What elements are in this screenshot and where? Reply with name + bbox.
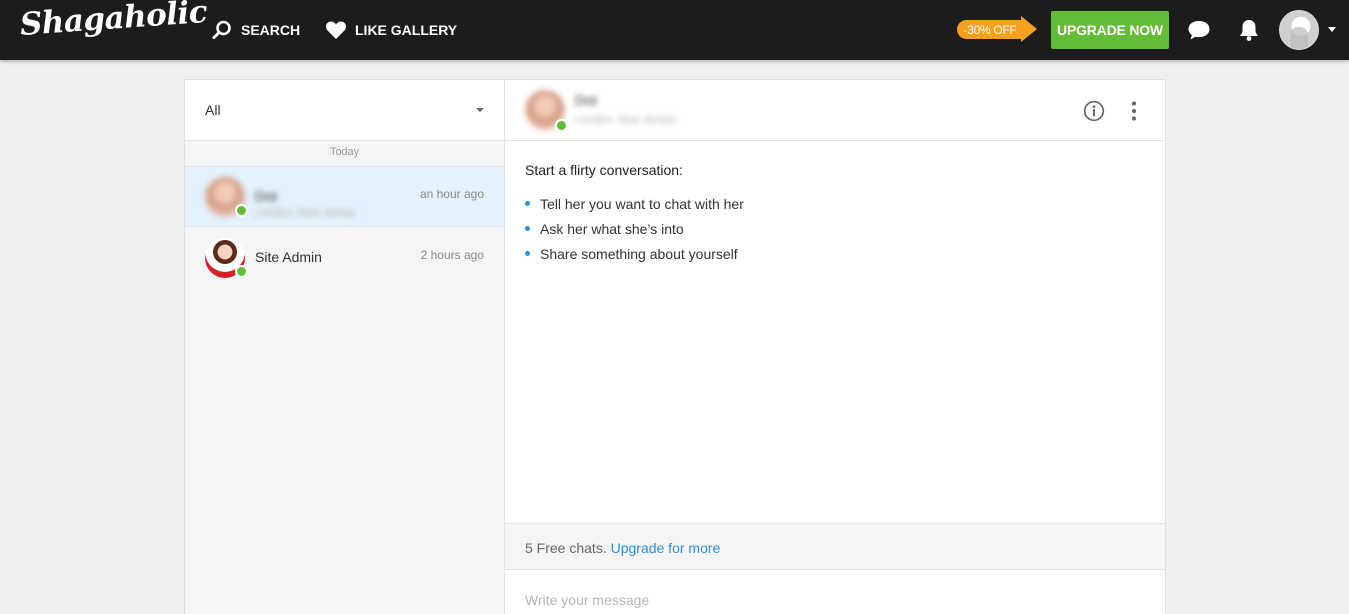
heart-icon [325, 19, 347, 41]
bell-icon[interactable] [1236, 17, 1262, 43]
nav-like-gallery[interactable]: LIKE GALLERY [325, 19, 457, 41]
arrow-right-icon [1021, 16, 1037, 42]
search-icon [211, 19, 233, 41]
upgrade-now-button[interactable]: UPGRADE NOW [1051, 11, 1169, 49]
suggestion-item: Tell her you want to chat with her [525, 191, 744, 216]
free-chats-text: 5 Free chats. [525, 540, 607, 556]
suggestion-text: Tell her you want to chat with her [540, 195, 744, 212]
conversation-location: London, New Jersey [255, 207, 356, 219]
message-input[interactable] [505, 570, 1165, 614]
nav-like-gallery-label: LIKE GALLERY [355, 22, 458, 38]
free-chats-notice: 5 Free chats. Upgrade for more [505, 523, 1165, 570]
suggestion-item: Share something about yourself [525, 241, 744, 266]
suggestion-list: Tell her you want to chat with her Ask h… [525, 191, 744, 266]
conversation-name: Dot [255, 188, 277, 204]
conversation-item[interactable]: Dot London, New Jersey an hour ago [185, 166, 504, 227]
bullet-icon [525, 201, 530, 206]
conversation-starters-title: Start a flirty conversation: [525, 162, 683, 178]
bullet-icon [525, 226, 530, 231]
conversation-name: Site Admin [255, 249, 322, 265]
dropdown-caret-icon [476, 108, 484, 112]
online-status-dot [235, 204, 248, 217]
conversation-list: All Today Dot London, New Jersey an hour… [185, 80, 505, 614]
info-icon[interactable] [1083, 100, 1105, 122]
conversation-item[interactable]: Site Admin 2 hours ago [185, 228, 504, 289]
suggestion-text: Share something about yourself [540, 245, 738, 262]
conversation-time: an hour ago [419, 187, 484, 201]
nav-search-label: SEARCH [241, 22, 301, 38]
conversation-filter-select[interactable]: All [185, 80, 504, 141]
chat-partner-name[interactable]: Dot [575, 92, 597, 108]
chat-header: Dot London, New Jersey [505, 80, 1165, 141]
chat-pane: Dot London, New Jersey Start a flirty co… [505, 80, 1165, 614]
conversation-starters: Start a flirty conversation: Tell her yo… [525, 162, 744, 266]
chevron-down-icon[interactable] [1328, 27, 1336, 32]
online-status-dot [555, 119, 568, 132]
suggestion-text: Ask her what she’s into [540, 220, 684, 237]
bullet-icon [525, 251, 530, 256]
more-vertical-icon[interactable] [1129, 100, 1139, 122]
online-status-dot [235, 265, 248, 278]
suggestion-item: Ask her what she’s into [525, 216, 744, 241]
filter-value: All [205, 102, 221, 118]
chat-bubble-icon[interactable] [1186, 17, 1212, 43]
conversation-time: 2 hours ago [420, 248, 484, 262]
nav-search[interactable]: SEARCH [211, 19, 300, 41]
brand-logo[interactable]: Shagaholic [19, 0, 208, 43]
chat-partner-location: London, New Jersey [575, 114, 676, 126]
messages-panel: All Today Dot London, New Jersey an hour… [184, 79, 1166, 614]
free-chats-text-wrap: 5 Free chats. Upgrade for more [525, 540, 720, 556]
discount-label: -30% OFF [957, 20, 1023, 39]
top-navbar: Shagaholic SEARCH LIKE GALLERY -30% OFF … [0, 0, 1349, 60]
day-separator: Today [329, 146, 360, 158]
upgrade-for-more-link[interactable]: Upgrade for more [611, 540, 721, 556]
user-avatar[interactable] [1279, 10, 1319, 50]
